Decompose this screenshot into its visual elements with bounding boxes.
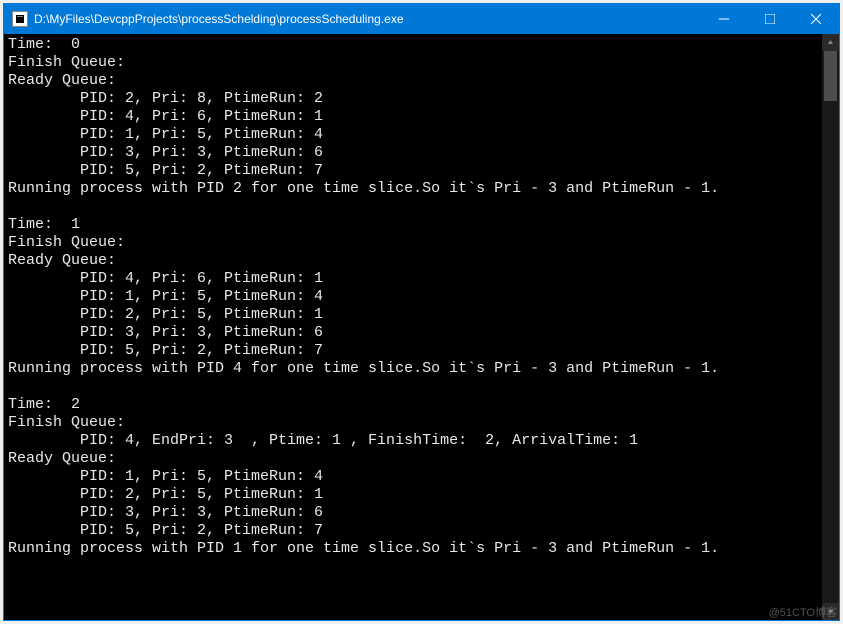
scroll-up-button[interactable] xyxy=(822,34,839,51)
window-title: D:\MyFiles\DevcppProjects\processScheldi… xyxy=(34,12,701,26)
vertical-scrollbar[interactable] xyxy=(822,34,839,620)
maximize-button[interactable] xyxy=(747,4,793,34)
minimize-button[interactable] xyxy=(701,4,747,34)
watermark: @51CTO博客 xyxy=(769,604,837,620)
titlebar[interactable]: D:\MyFiles\DevcppProjects\processScheldi… xyxy=(4,4,839,34)
client-area: Time: 0 Finish Queue: Ready Queue: PID: … xyxy=(4,34,839,620)
console-output: Time: 0 Finish Queue: Ready Queue: PID: … xyxy=(4,34,822,620)
console-window: D:\MyFiles\DevcppProjects\processScheldi… xyxy=(3,3,840,621)
close-button[interactable] xyxy=(793,4,839,34)
app-icon xyxy=(12,11,28,27)
scroll-thumb[interactable] xyxy=(824,51,837,101)
